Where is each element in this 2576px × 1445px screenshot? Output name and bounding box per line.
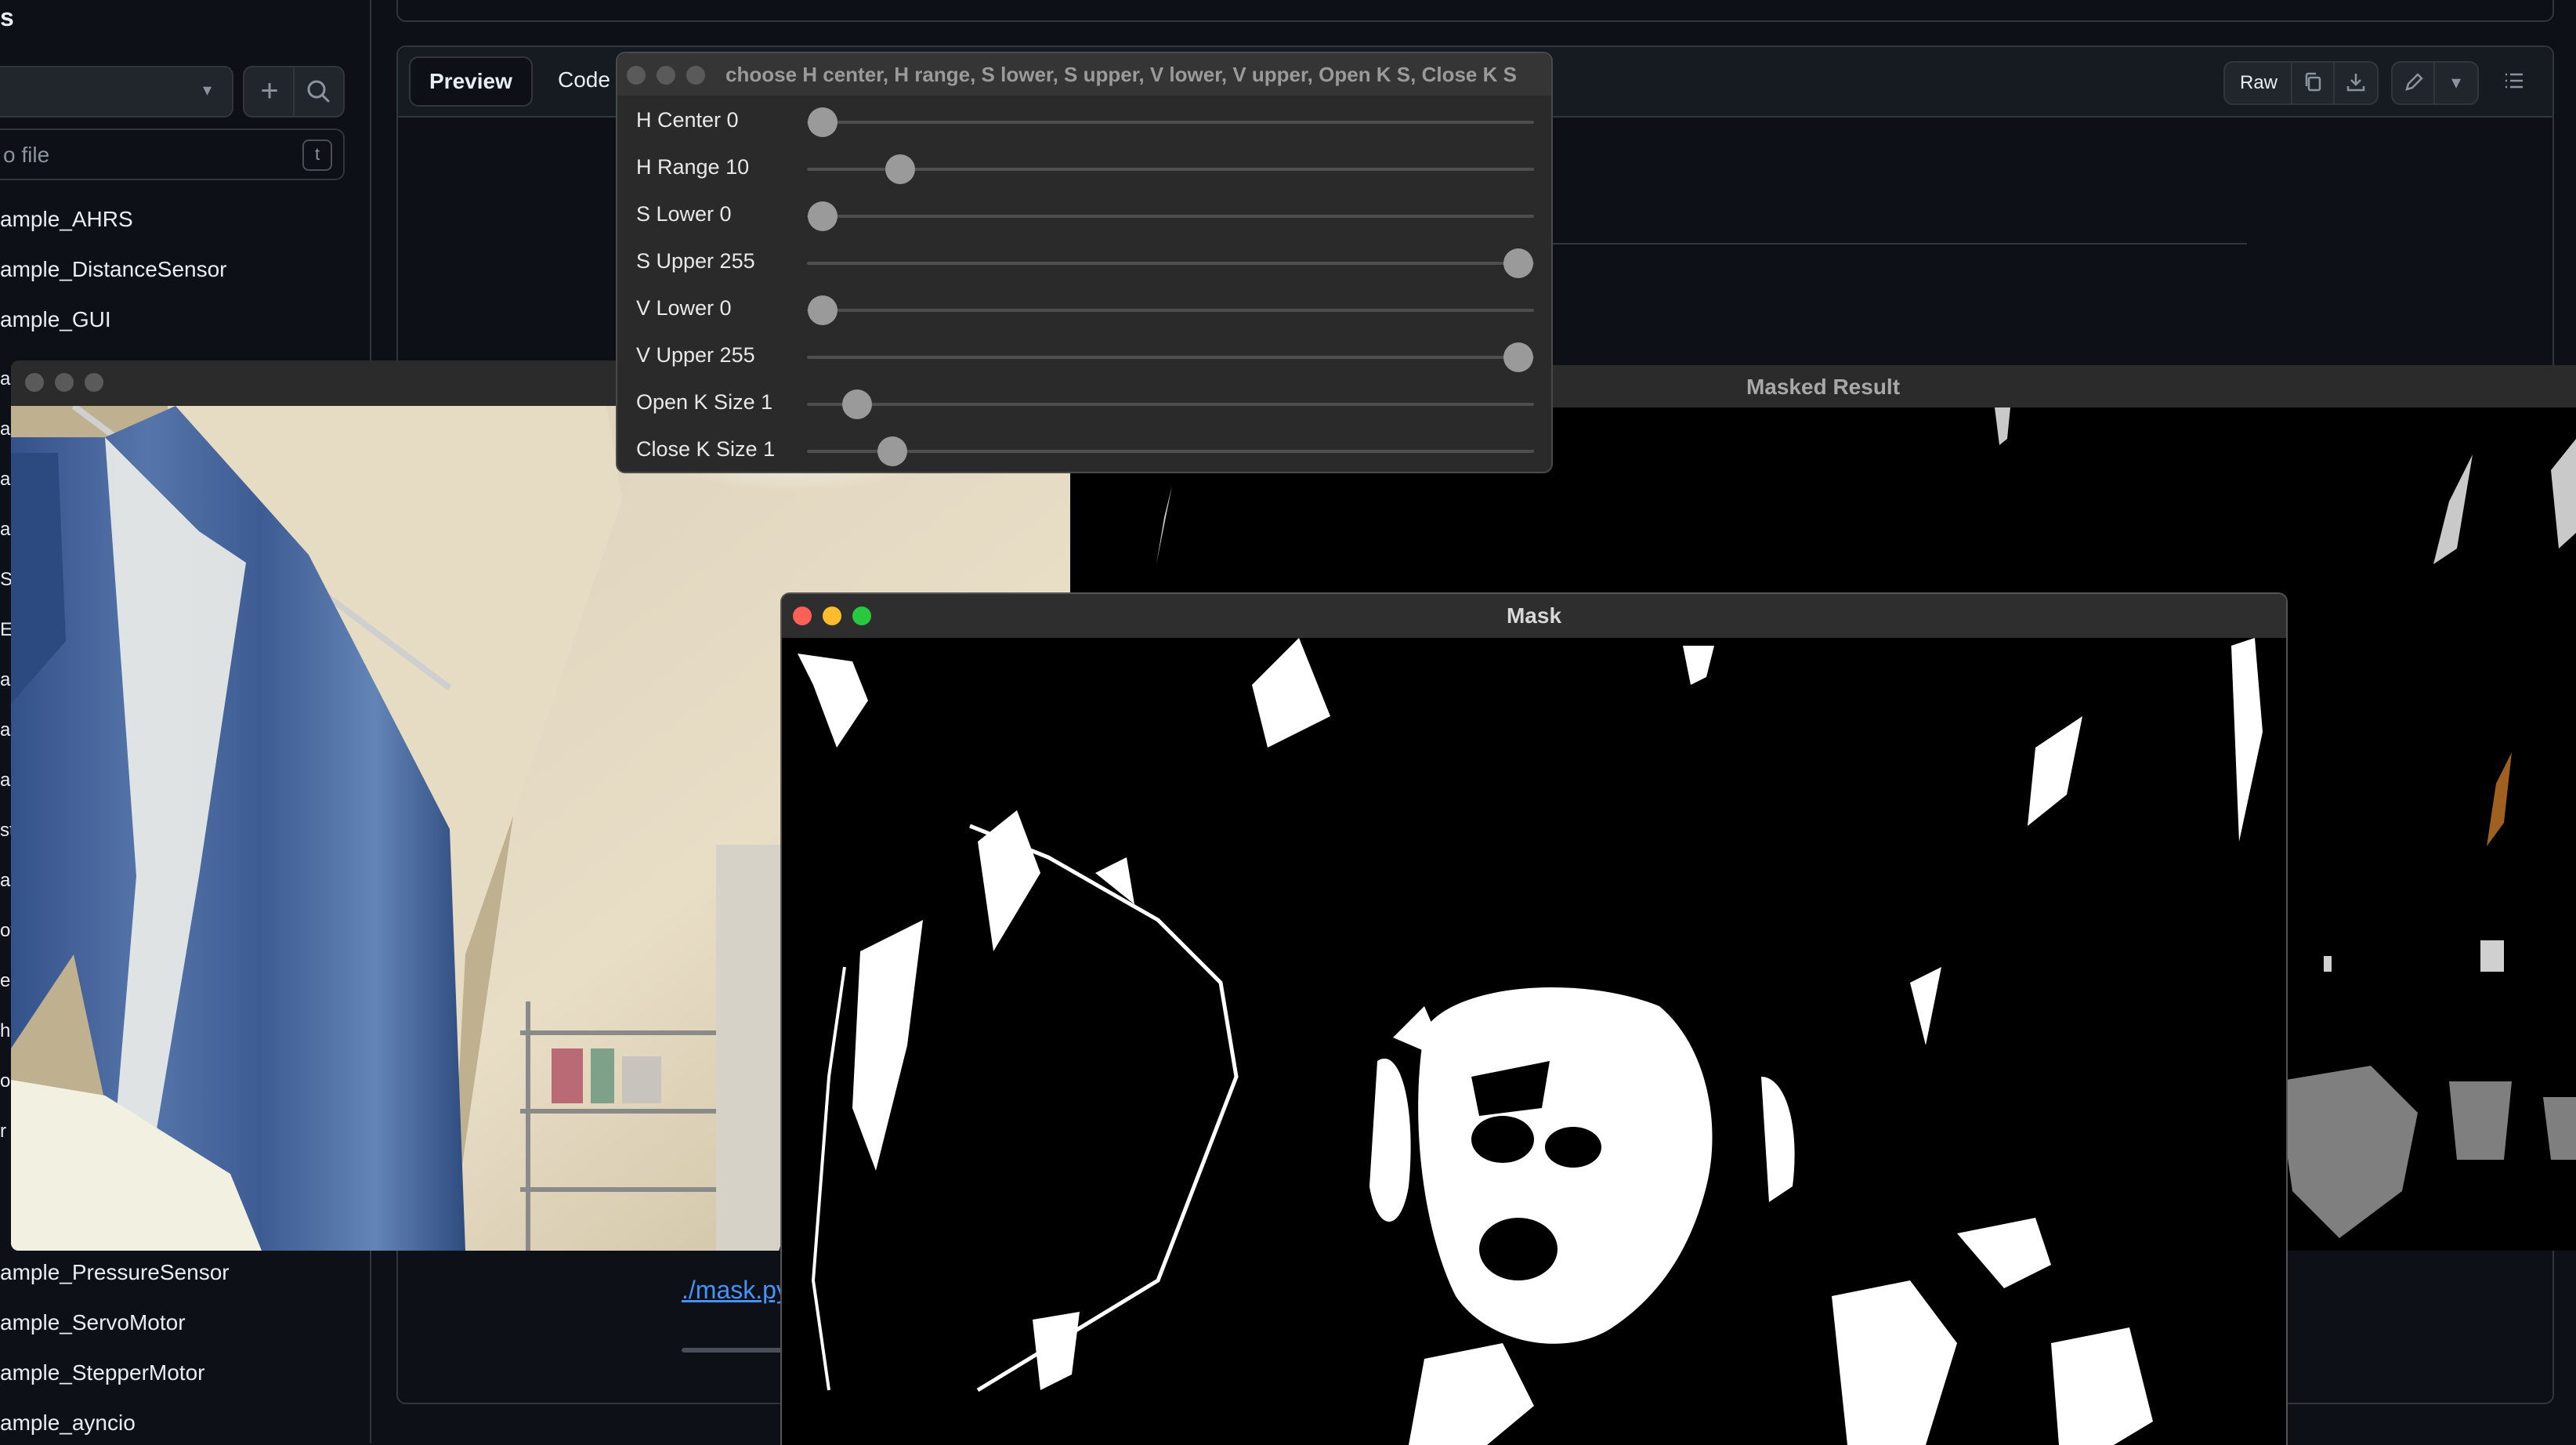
slider-thumb[interactable] xyxy=(842,389,873,419)
file-tree-item[interactable]: ample_DistanceSensor xyxy=(0,257,227,282)
slider-track[interactable] xyxy=(807,262,1534,265)
raw-button[interactable]: Raw xyxy=(2223,61,2294,105)
slider-thumb[interactable] xyxy=(808,201,838,231)
slider-row: Open K Size 1 xyxy=(617,381,1551,428)
close-window-button[interactable] xyxy=(25,373,44,392)
trackbar-window-title: choose H center, H range, S lower, S upp… xyxy=(725,63,1517,86)
shortcut-key-hint: t xyxy=(302,139,332,171)
search-icon xyxy=(307,80,330,103)
slider-track[interactable] xyxy=(807,215,1534,218)
add-file-button[interactable]: + xyxy=(243,66,296,118)
search-button[interactable] xyxy=(293,66,345,118)
slider-row: Close K Size 1 xyxy=(617,428,1551,472)
file-tree-item[interactable]: ample_PressureSensor xyxy=(0,1260,230,1285)
slider-track[interactable] xyxy=(807,168,1534,171)
mask-image xyxy=(782,638,2286,1445)
file-filter-placeholder: o file xyxy=(3,143,50,167)
file-tree-item[interactable]: ample_ServoMotor xyxy=(0,1310,186,1335)
zoom-window-button[interactable] xyxy=(85,373,103,392)
slider-row: V Upper 255 xyxy=(617,334,1551,381)
mask-file-link[interactable]: ./mask.py xyxy=(682,1276,789,1305)
slider-label: H Range 10 xyxy=(636,155,750,179)
sidebar-heading: s xyxy=(0,3,14,31)
file-filter-input[interactable]: o file t xyxy=(0,129,345,180)
edit-button[interactable] xyxy=(2391,61,2437,105)
slider-track[interactable] xyxy=(807,450,1534,453)
chevron-down-icon: ▾ xyxy=(202,80,212,100)
download-icon xyxy=(2346,74,2365,92)
slider-track[interactable] xyxy=(807,403,1534,406)
slider-row: S Upper 255 xyxy=(617,240,1551,287)
tab-preview[interactable]: Preview xyxy=(409,56,533,107)
trackbar-window: choose H center, H range, S lower, S upp… xyxy=(616,52,1553,473)
file-tree-item[interactable]: r xyxy=(0,1121,6,1143)
slider-label: H Center 0 xyxy=(636,108,739,132)
pencil-icon xyxy=(2405,73,2423,91)
slider-track[interactable] xyxy=(807,356,1534,359)
slider-label: Close K Size 1 xyxy=(636,437,776,461)
plus-icon: + xyxy=(260,74,279,108)
zoom-window-button[interactable] xyxy=(686,66,705,85)
slider-row: H Range 10 xyxy=(617,146,1551,193)
mask-window-title: Mask xyxy=(1506,603,1562,628)
slider-label: Open K Size 1 xyxy=(636,390,773,414)
copy-icon xyxy=(2305,72,2321,92)
slider-row: V Lower 0 xyxy=(617,287,1551,334)
list-icon xyxy=(2505,73,2523,89)
slider-label: S Upper 255 xyxy=(636,249,755,273)
file-tree-item[interactable]: h xyxy=(0,1020,10,1042)
slider-thumb[interactable] xyxy=(1503,248,1533,278)
slider-track[interactable] xyxy=(807,309,1534,312)
slider-row: H Center 0 xyxy=(617,99,1551,146)
download-button[interactable] xyxy=(2333,61,2379,105)
slider-track[interactable] xyxy=(807,121,1534,124)
edit-options-button[interactable]: ▾ xyxy=(2433,61,2479,105)
outline-button[interactable] xyxy=(2493,61,2535,102)
file-tree-item[interactable]: e xyxy=(0,970,10,992)
mask-window-titlebar[interactable]: Mask xyxy=(782,594,2286,638)
mask-window: Mask xyxy=(780,592,2288,1445)
slider-thumb[interactable] xyxy=(808,295,838,325)
slider-thumb[interactable] xyxy=(808,107,838,137)
branch-select[interactable]: ▾ xyxy=(0,66,233,118)
slider-thumb[interactable] xyxy=(1503,342,1533,372)
file-tree-item[interactable]: o xyxy=(0,1070,10,1092)
file-tree-item[interactable]: ample_AHRS xyxy=(0,207,133,232)
copy-button[interactable] xyxy=(2291,61,2336,105)
slider-label: V Lower 0 xyxy=(636,296,732,320)
slider-thumb[interactable] xyxy=(877,436,907,466)
file-tree-item[interactable]: ample_GUI xyxy=(0,307,111,332)
slider-label: V Upper 255 xyxy=(636,343,755,367)
minimize-window-button[interactable] xyxy=(55,373,74,392)
trackbar-window-titlebar[interactable]: choose H center, H range, S lower, S upp… xyxy=(617,53,1551,96)
file-tree-item[interactable]: ample_ayncio xyxy=(0,1411,136,1436)
slider-thumb[interactable] xyxy=(885,154,915,184)
file-tree-item[interactable]: ample_StepperMotor xyxy=(0,1360,204,1385)
close-window-button[interactable] xyxy=(627,66,646,85)
content-top-box xyxy=(396,0,2554,22)
slider-label: S Lower 0 xyxy=(636,202,732,226)
slider-row: S Lower 0 xyxy=(617,193,1551,240)
chevron-down-icon: ▾ xyxy=(2451,72,2462,93)
minimize-window-button[interactable] xyxy=(657,66,675,85)
